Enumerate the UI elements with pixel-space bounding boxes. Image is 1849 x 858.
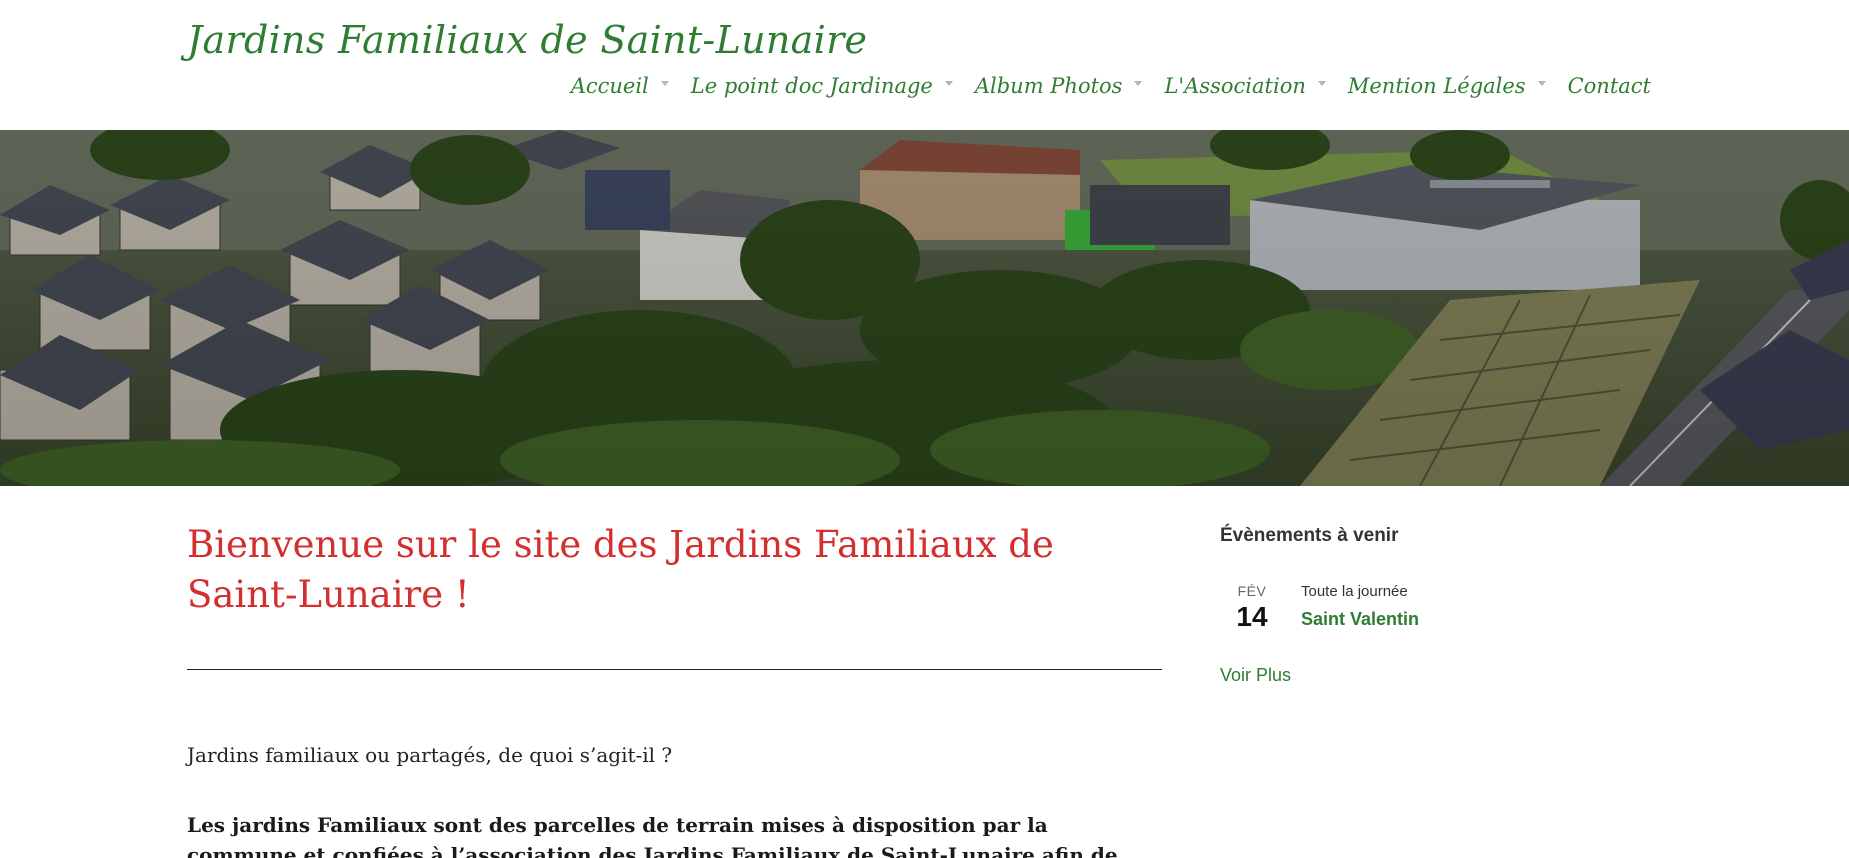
nav-item-contact[interactable]: Contact: [1568, 74, 1651, 98]
event-day: 14: [1236, 601, 1268, 632]
widget-title: Évènements à venir: [1220, 525, 1399, 546]
nav-item-label: Album Photos: [974, 74, 1123, 98]
nav-item-label: L'Association: [1164, 74, 1306, 98]
title-divider: [187, 669, 1162, 670]
hero-banner-image: [0, 130, 1849, 486]
nav-item-accueil[interactable]: Accueil: [571, 74, 669, 98]
event-name-link[interactable]: Saint Valentin: [1301, 609, 1419, 630]
event-info: Toute la journée Saint Valentin: [1301, 583, 1419, 630]
aerial-garden-photo: [0, 130, 1849, 486]
main-content: Bienvenue sur le site des Jardins Famili…: [187, 520, 1162, 858]
sidebar-upcoming-events: Évènements à venir FÉV 14 Toute la journ…: [1220, 525, 1540, 685]
event-month: FÉV: [1237, 583, 1267, 599]
see-more-link[interactable]: Voir Plus: [1220, 665, 1291, 686]
main-nav: Accueil Le point doc Jardinage Album Pho…: [549, 74, 1651, 98]
page-title: Bienvenue sur le site des Jardins Famili…: [187, 523, 1054, 616]
chevron-down-icon: [1537, 80, 1546, 86]
event-date: FÉV 14: [1220, 583, 1300, 633]
chevron-down-icon: [1317, 80, 1326, 86]
intro-paragraph: Les jardins Familiaux sont des parcelles…: [187, 813, 1118, 858]
nav-item-point-doc-jardinage[interactable]: Le point doc Jardinage: [691, 74, 953, 98]
event-item[interactable]: FÉV 14 Toute la journée Saint Valentin: [1220, 583, 1540, 643]
nav-item-album-photos[interactable]: Album Photos: [975, 74, 1143, 98]
nav-item-label: Mention Légales: [1347, 74, 1526, 98]
nav-item-label: Contact: [1567, 74, 1651, 98]
site-title[interactable]: Jardins Familiaux de Saint-Lunaire: [187, 18, 867, 62]
nav-item-mention-legales[interactable]: Mention Légales: [1348, 74, 1546, 98]
chevron-down-icon: [1134, 80, 1143, 86]
nav-item-association[interactable]: L'Association: [1164, 74, 1326, 98]
nav-item-label: Le point doc Jardinage: [690, 74, 933, 98]
intro-question: Jardins familiaux ou partagés, de quoi s…: [187, 743, 673, 767]
site-header: Jardins Familiaux de Saint-Lunaire Accue…: [0, 0, 1849, 130]
event-time: Toute la journée: [1301, 583, 1408, 600]
nav-item-label: Accueil: [570, 74, 649, 98]
chevron-down-icon: [660, 80, 669, 86]
chevron-down-icon: [944, 80, 953, 86]
